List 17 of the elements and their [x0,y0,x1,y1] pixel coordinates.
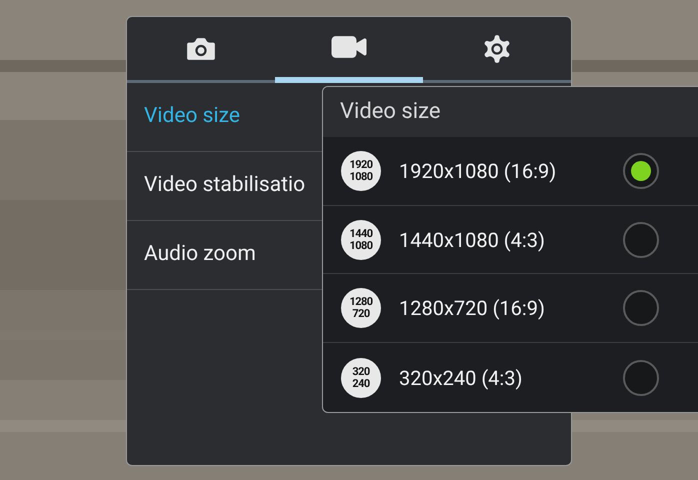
icon-label: 1080 [349,240,373,252]
radio-button[interactable] [623,290,659,326]
option-label: 1920x1080 (16:9) [399,158,558,185]
radio-button[interactable] [623,360,659,396]
icon-label: 720 [352,308,370,320]
icon-label: 1280 [349,296,373,308]
dialog-title: Video size [323,87,698,137]
icon-label: 240 [352,378,370,390]
option-label: 1280x720 (16:9) [399,295,546,322]
icon-label: 1440 [349,228,373,240]
radio-button[interactable] [623,152,659,189]
option-label: 1440x1080 (4:3) [399,226,546,254]
icon-label: 1920 [349,158,373,171]
icon-label: 320 [352,366,370,378]
option-label: 320x240 (4:3) [399,364,524,392]
icon-label: 1080 [349,170,373,183]
radio-button[interactable] [623,222,659,258]
